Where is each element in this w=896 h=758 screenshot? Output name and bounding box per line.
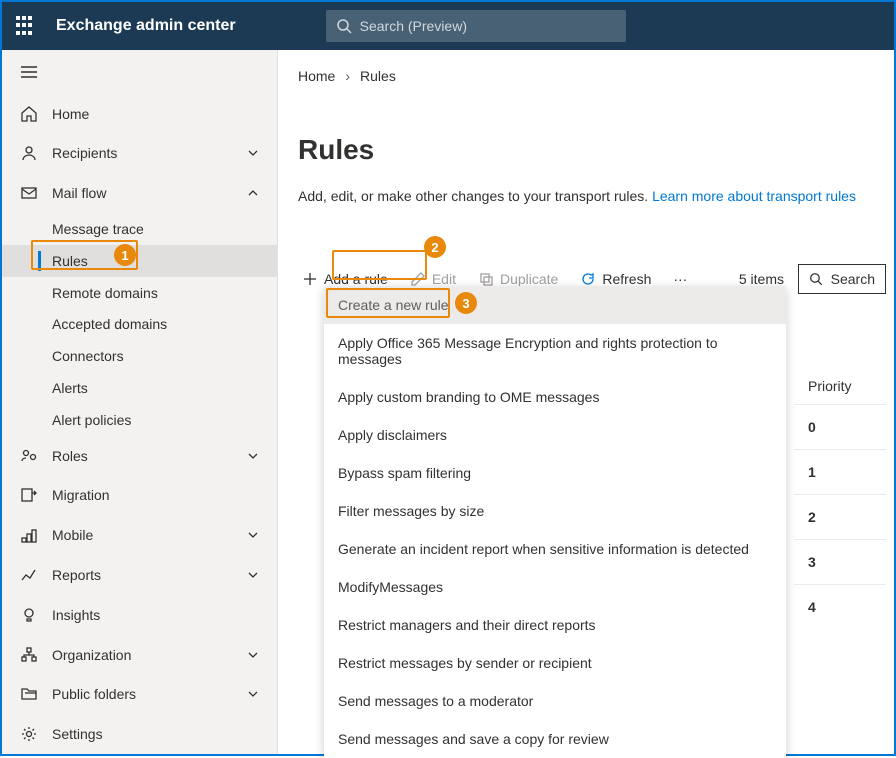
folders-icon [20, 685, 38, 703]
sidebar-item-mail-flow[interactable]: Mail flow [2, 173, 277, 213]
chevron-down-icon [247, 688, 259, 700]
sidebar-item-label: Migration [52, 487, 259, 503]
sidebar-item-label: Home [52, 106, 259, 122]
sidebar-item-label: Reports [52, 567, 233, 583]
sidebar-item-organization[interactable]: Organization [2, 635, 277, 675]
mobile-icon [20, 526, 38, 544]
insights-icon [20, 606, 38, 624]
sidebar-subitem-alert-policies[interactable]: Alert policies [2, 404, 277, 436]
chevron-down-icon [247, 569, 259, 581]
table-cell[interactable]: 1 [794, 449, 886, 494]
roles-icon [20, 447, 38, 465]
annotation-badge-1: 1 [114, 244, 136, 266]
dropdown-item[interactable]: Send messages to a moderator [324, 682, 786, 720]
column-header-priority[interactable]: Priority [794, 368, 886, 404]
dropdown-item[interactable]: Restrict managers and their direct repor… [324, 606, 786, 644]
annotation-badge-2: 2 [424, 236, 446, 258]
mail-icon [20, 184, 38, 202]
refresh-icon [580, 271, 596, 287]
table-cell[interactable]: 4 [794, 584, 886, 629]
migration-icon [20, 486, 38, 504]
learn-more-link[interactable]: Learn more about transport rules [652, 188, 856, 204]
search-placeholder: Search (Preview) [360, 18, 467, 34]
app-launcher-icon[interactable] [16, 16, 36, 36]
sidebar-item-label: Roles [52, 448, 233, 464]
app-title: Exchange admin center [56, 17, 236, 35]
hamburger-button[interactable] [2, 50, 277, 94]
sidebar-item-label: Settings [52, 726, 259, 742]
sidebar-item-recipients[interactable]: Recipients [2, 134, 277, 174]
sidebar-subitem-alerts[interactable]: Alerts [2, 372, 277, 404]
sidebar-subitem-connectors[interactable]: Connectors [2, 340, 277, 372]
breadcrumb-separator: › [345, 68, 350, 84]
search-icon [809, 272, 823, 286]
home-icon [20, 105, 38, 123]
sidebar-item-insights[interactable]: Insights [2, 595, 277, 635]
edit-icon [410, 271, 426, 287]
table-cell[interactable]: 3 [794, 539, 886, 584]
search-icon [336, 18, 352, 34]
annotation-badge-3: 3 [455, 292, 477, 314]
sidebar-item-label: Mobile [52, 527, 233, 543]
dropdown-item[interactable]: ModifyMessages [324, 568, 786, 606]
dropdown-item[interactable]: Apply Office 365 Message Encryption and … [324, 324, 786, 378]
sidebar: Home Recipients Mail flow Message trace … [2, 50, 278, 754]
table-search[interactable]: Search [798, 264, 886, 294]
dropdown-item[interactable]: Apply disclaimers [324, 416, 786, 454]
item-count: 5 items [739, 271, 784, 287]
chevron-up-icon [247, 187, 259, 199]
duplicate-icon [478, 271, 494, 287]
dropdown-item[interactable]: Bypass spam filtering [324, 454, 786, 492]
sidebar-item-public-folders[interactable]: Public folders [2, 674, 277, 714]
table-cell[interactable]: 2 [794, 494, 886, 539]
chevron-down-icon [247, 450, 259, 462]
org-icon [20, 646, 38, 664]
reports-icon [20, 566, 38, 584]
dropdown-item[interactable]: Generate an incident report when sensiti… [324, 530, 786, 568]
breadcrumb-current: Rules [360, 68, 396, 84]
dropdown-item[interactable]: Apply custom branding to OME messages [324, 378, 786, 416]
dropdown-item[interactable]: Filter messages by size [324, 492, 786, 530]
add-rule-dropdown: Create a new rule Apply Office 365 Messa… [324, 286, 786, 758]
sidebar-item-label: Organization [52, 647, 233, 663]
sidebar-subitem-accepted-domains[interactable]: Accepted domains [2, 309, 277, 341]
sidebar-item-home[interactable]: Home [2, 94, 277, 134]
dropdown-item[interactable]: Restrict messages by sender or recipient [324, 644, 786, 682]
chevron-down-icon [247, 147, 259, 159]
page-description: Add, edit, or make other changes to your… [298, 188, 886, 204]
chevron-down-icon [247, 649, 259, 661]
dropdown-item-create-new[interactable]: Create a new rule [324, 286, 786, 324]
top-bar: Exchange admin center Search (Preview) [2, 2, 894, 50]
sidebar-subitem-remote-domains[interactable]: Remote domains [2, 277, 277, 309]
sidebar-item-roles[interactable]: Roles [2, 436, 277, 476]
rules-table-partial: Priority 0 1 2 3 4 [794, 368, 886, 629]
breadcrumb-home[interactable]: Home [298, 68, 335, 84]
settings-icon [20, 725, 38, 743]
table-cell[interactable]: 0 [794, 404, 886, 449]
sidebar-item-label: Mail flow [52, 185, 233, 201]
person-icon [20, 144, 38, 162]
sidebar-item-label: Recipients [52, 145, 233, 161]
dropdown-item[interactable]: Send messages and save a copy for review [324, 720, 786, 758]
plus-icon [302, 271, 318, 287]
sidebar-item-reports[interactable]: Reports [2, 555, 277, 595]
breadcrumb: Home › Rules [298, 68, 886, 84]
sidebar-item-settings[interactable]: Settings [2, 714, 277, 754]
sidebar-item-mobile[interactable]: Mobile [2, 515, 277, 555]
sidebar-item-label: Public folders [52, 686, 233, 702]
sidebar-item-label: Insights [52, 607, 259, 623]
sidebar-subitem-rules[interactable]: Rules [2, 245, 277, 277]
page-title: Rules [298, 134, 886, 166]
chevron-down-icon [247, 529, 259, 541]
global-search[interactable]: Search (Preview) [326, 10, 626, 42]
sidebar-subitem-message-trace[interactable]: Message trace [2, 213, 277, 245]
sidebar-item-migration[interactable]: Migration [2, 476, 277, 516]
